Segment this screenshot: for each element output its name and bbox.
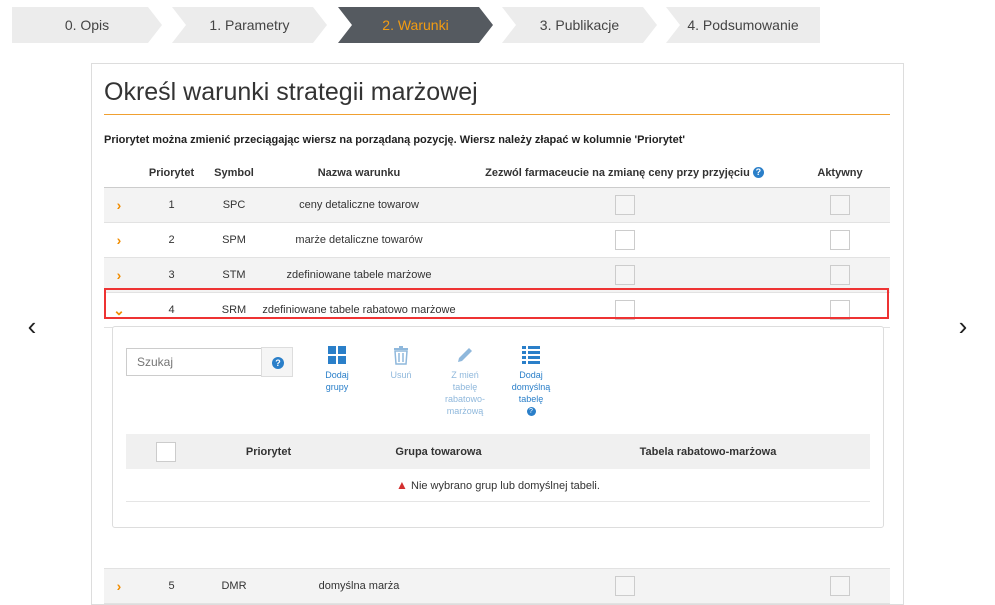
allow-checkbox[interactable] bbox=[614, 265, 635, 285]
group-details-panel: ? Dodaj grupy Usuń Z mień tabelę rabatow… bbox=[112, 326, 884, 528]
active-checkbox[interactable] bbox=[830, 300, 850, 320]
priority-hint: Priorytet można zmienić przeciągając wie… bbox=[104, 134, 685, 146]
page-title: Określ warunki strategii marżowej bbox=[104, 78, 478, 106]
active-checkbox[interactable] bbox=[830, 576, 850, 596]
next-arrow-icon[interactable]: › bbox=[953, 313, 973, 339]
list-icon bbox=[522, 346, 540, 364]
warning-icon: ▲ bbox=[396, 478, 408, 492]
expand-chevron-icon[interactable]: › bbox=[117, 578, 122, 594]
row-name: marże detaliczne towarów bbox=[259, 222, 459, 258]
active-checkbox[interactable] bbox=[830, 265, 850, 285]
row-priority[interactable]: 3 bbox=[134, 257, 209, 293]
table-row[interactable]: › 5 DMR domyślna marża bbox=[104, 568, 890, 604]
remove-button[interactable]: Usuń bbox=[376, 345, 426, 381]
add-default-table-button[interactable]: Dodaj domyślną tabelę ? bbox=[506, 345, 556, 417]
row-priority[interactable]: 2 bbox=[134, 222, 209, 258]
select-all-checkbox[interactable] bbox=[156, 441, 176, 462]
grid-icon bbox=[328, 346, 346, 364]
groups-table: Priorytet Grupa towarowa Tabela rabatowo… bbox=[126, 434, 870, 502]
table-row[interactable]: › 3 STM zdefiniowane tabele marżowe bbox=[104, 257, 890, 293]
prev-arrow-icon[interactable]: ‹ bbox=[22, 313, 42, 339]
help-icon: ? bbox=[272, 357, 284, 369]
row-symbol: DMR bbox=[209, 568, 259, 604]
active-checkbox[interactable] bbox=[830, 230, 850, 250]
step-parametry[interactable]: 1. Parametry bbox=[172, 7, 327, 43]
step-podsumowanie[interactable]: 4. Podsumowanie bbox=[666, 7, 820, 43]
empty-row: ▲ Nie wybrano grup lub domyślnej tabeli. bbox=[126, 469, 870, 502]
row-priority[interactable]: 5 bbox=[134, 568, 209, 604]
conditions-card: Określ warunki strategii marżowej Priory… bbox=[91, 63, 904, 605]
allow-checkbox[interactable] bbox=[614, 300, 635, 320]
title-divider bbox=[104, 114, 890, 115]
empty-message: Nie wybrano grup lub domyślnej tabeli. bbox=[411, 480, 600, 492]
allow-checkbox[interactable] bbox=[614, 230, 635, 250]
row-symbol: STM bbox=[209, 257, 259, 293]
row-name: ceny detaliczne towarow bbox=[259, 187, 459, 223]
header-symbol: Symbol bbox=[209, 158, 259, 188]
trash-icon bbox=[394, 346, 408, 365]
expand-chevron-icon[interactable]: › bbox=[117, 197, 122, 213]
row-symbol: SRM bbox=[209, 292, 259, 328]
allow-checkbox[interactable] bbox=[614, 195, 635, 215]
help-icon[interactable]: ? bbox=[526, 407, 536, 417]
expand-chevron-icon[interactable]: › bbox=[117, 267, 122, 283]
header-priority: Priorytet bbox=[206, 434, 331, 469]
header-priority: Priorytet bbox=[134, 158, 209, 188]
row-priority[interactable]: 4 bbox=[134, 292, 209, 328]
row-name: domyślna marża bbox=[259, 568, 459, 604]
header-active: Aktywny bbox=[790, 158, 890, 188]
collapse-chevron-icon[interactable]: ⌄ bbox=[113, 302, 125, 318]
active-checkbox[interactable] bbox=[830, 195, 850, 215]
table-row[interactable]: › 1 SPC ceny detaliczne towarow bbox=[104, 187, 890, 223]
step-opis[interactable]: 0. Opis bbox=[12, 7, 162, 43]
step-warunki[interactable]: 2. Warunki bbox=[338, 7, 493, 43]
header-allow-price-change: Zezwól farmaceucie na zmianę ceny przy p… bbox=[459, 158, 790, 188]
search-input[interactable] bbox=[126, 348, 262, 376]
help-icon[interactable]: ? bbox=[752, 167, 764, 179]
row-name: zdefiniowane tabele rabatowo marżowe bbox=[259, 292, 459, 328]
table-header-row: Priorytet Symbol Nazwa warunku Zezwól fa… bbox=[104, 158, 890, 188]
row-priority[interactable]: 1 bbox=[134, 187, 209, 223]
row-symbol: SPM bbox=[209, 222, 259, 258]
table-row-selected[interactable]: ⌄ 4 SRM zdefiniowane tabele rabatowo mar… bbox=[104, 292, 890, 328]
table-row[interactable]: › 2 SPM marże detaliczne towarów bbox=[104, 222, 890, 258]
search-help-button[interactable]: ? bbox=[261, 347, 293, 377]
groups-header-row: Priorytet Grupa towarowa Tabela rabatowo… bbox=[126, 434, 870, 469]
allow-checkbox[interactable] bbox=[614, 576, 635, 596]
step-publikacje[interactable]: 3. Publikacje bbox=[502, 7, 657, 43]
header-group: Grupa towarowa bbox=[331, 434, 546, 469]
add-groups-button[interactable]: Dodaj grupy bbox=[312, 345, 362, 393]
row-name: zdefiniowane tabele marżowe bbox=[259, 257, 459, 293]
change-table-button[interactable]: Z mień tabelę rabatowo-marżową bbox=[440, 345, 490, 417]
pencil-icon bbox=[458, 348, 472, 362]
header-name: Nazwa warunku bbox=[259, 158, 459, 188]
expand-chevron-icon[interactable]: › bbox=[117, 232, 122, 248]
header-table: Tabela rabatowo-marżowa bbox=[546, 434, 870, 469]
row-symbol: SPC bbox=[209, 187, 259, 223]
